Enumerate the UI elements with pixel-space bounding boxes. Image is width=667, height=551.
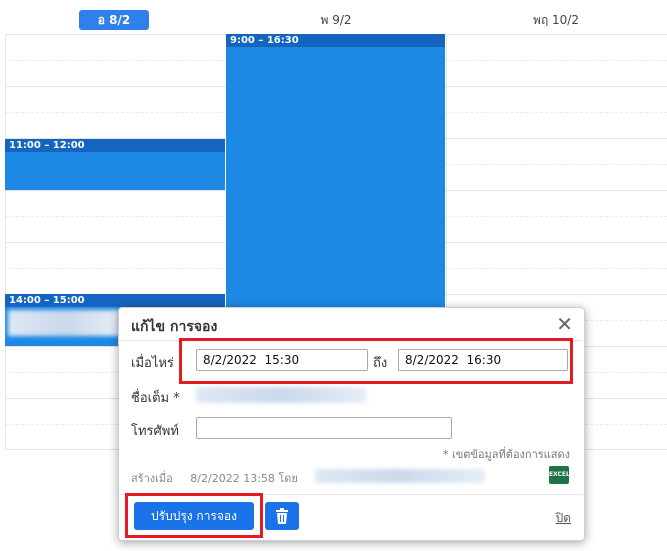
dialog-title: แก้ไข การจอง bbox=[131, 319, 218, 335]
close-icon[interactable]: ✕ bbox=[556, 312, 573, 336]
full-name-label: ชื่อเต็ม * bbox=[131, 391, 180, 406]
delete-button[interactable] bbox=[265, 502, 299, 530]
phone-input[interactable] bbox=[196, 417, 452, 439]
blurred-event-detail bbox=[8, 310, 120, 336]
calendar-header: อ 8/2 พ 9/2 พฤ 10/2 bbox=[0, 0, 667, 34]
update-button-highlight bbox=[125, 493, 263, 538]
phone-label: โทรศัพท์ bbox=[131, 424, 179, 439]
day-header-wed[interactable]: พ 9/2 bbox=[296, 10, 376, 30]
event-time: 11:00 – 12:00 bbox=[5, 139, 225, 152]
required-hint: * เขตข้อมูลที่ต้องการแสดง bbox=[443, 448, 570, 461]
close-link[interactable]: ปิด bbox=[556, 509, 571, 528]
created-label: สร้างเมื่อ bbox=[131, 472, 173, 485]
day-header-tue[interactable]: อ 8/2 bbox=[79, 10, 149, 30]
trash-icon bbox=[276, 508, 288, 524]
created-value: 8/2/2022 13:58 โดย bbox=[190, 472, 298, 485]
when-label: เมื่อไหร่ bbox=[131, 356, 174, 371]
event-block[interactable]: 9:00 – 16:30 bbox=[226, 34, 445, 324]
blurred-name-value bbox=[196, 387, 366, 403]
excel-export-icon[interactable]: EXCEL bbox=[549, 466, 570, 484]
event-time: 9:00 – 16:30 bbox=[226, 34, 445, 47]
day-header-thu[interactable]: พฤ 10/2 bbox=[516, 10, 596, 30]
event-time: 14:00 – 15:00 bbox=[5, 294, 225, 307]
created-info: สร้างเมื่อ 8/2/2022 13:58 โดย bbox=[131, 469, 298, 487]
blurred-creator bbox=[315, 469, 485, 483]
event-block[interactable]: 11:00 – 12:00 bbox=[5, 139, 225, 190]
datetime-highlight bbox=[179, 338, 573, 384]
